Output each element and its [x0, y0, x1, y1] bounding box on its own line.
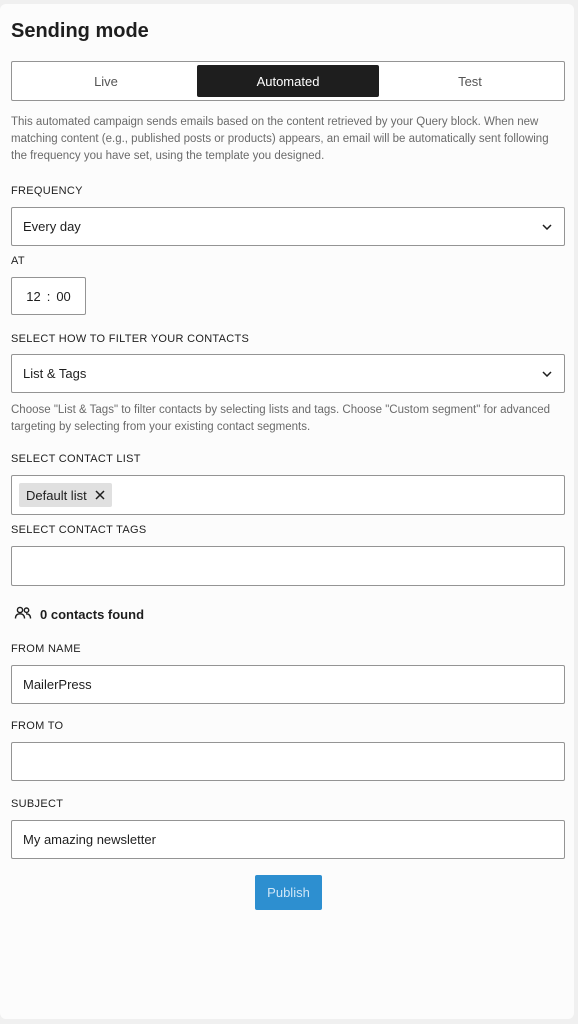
- tab-test[interactable]: Test: [379, 65, 561, 97]
- from-name-label: FROM NAME: [11, 643, 81, 655]
- frequency-value: Every day: [23, 219, 81, 234]
- chip-label: Default list: [26, 487, 87, 503]
- chevron-down-icon: [541, 368, 553, 380]
- from-name-value: MailerPress: [23, 677, 92, 692]
- tab-live[interactable]: Live: [15, 65, 197, 97]
- contact-tags-label: SELECT CONTACT TAGS: [11, 524, 147, 536]
- contact-list-label: SELECT CONTACT LIST: [11, 453, 141, 465]
- contacts-found: 0 contacts found: [14, 606, 144, 623]
- filter-select[interactable]: List & Tags: [11, 354, 565, 393]
- mode-segmented-control: Live Automated Test: [11, 61, 565, 101]
- mode-description: This automated campaign sends emails bas…: [11, 116, 549, 162]
- frequency-label: FREQUENCY: [11, 185, 83, 197]
- time-picker: 12 : 00: [11, 277, 86, 315]
- time-separator: :: [46, 288, 51, 304]
- from-to-label: FROM TO: [11, 720, 64, 732]
- tab-automated[interactable]: Automated: [197, 65, 379, 97]
- subject-value: My amazing newsletter: [23, 832, 156, 847]
- subject-input[interactable]: My amazing newsletter: [11, 820, 565, 859]
- frequency-select[interactable]: Every day: [11, 207, 565, 246]
- subject-label: SUBJECT: [11, 798, 64, 810]
- from-to-input[interactable]: [11, 742, 565, 781]
- from-name-input[interactable]: MailerPress: [11, 665, 565, 704]
- page-title: Sending mode: [11, 20, 149, 42]
- contact-list-chip: Default list: [19, 483, 112, 507]
- minute-input[interactable]: 00: [56, 289, 70, 304]
- chevron-down-icon: [541, 221, 553, 233]
- contact-list-field[interactable]: Default list: [11, 475, 565, 515]
- filter-label: SELECT HOW TO FILTER YOUR CONTACTS: [11, 333, 250, 345]
- filter-help-text: Choose "List & Tags" to filter contacts …: [11, 404, 551, 433]
- publish-button[interactable]: Publish: [255, 875, 322, 910]
- hour-input[interactable]: 12: [26, 289, 40, 304]
- filter-value: List & Tags: [23, 366, 87, 381]
- close-icon[interactable]: [95, 488, 105, 503]
- sending-mode-panel: Sending mode Live Automated Test This au…: [0, 4, 574, 1019]
- contact-tags-input[interactable]: [11, 546, 565, 586]
- at-label: AT: [11, 255, 25, 267]
- users-icon: [14, 606, 32, 623]
- contacts-found-text: 0 contacts found: [40, 607, 145, 622]
